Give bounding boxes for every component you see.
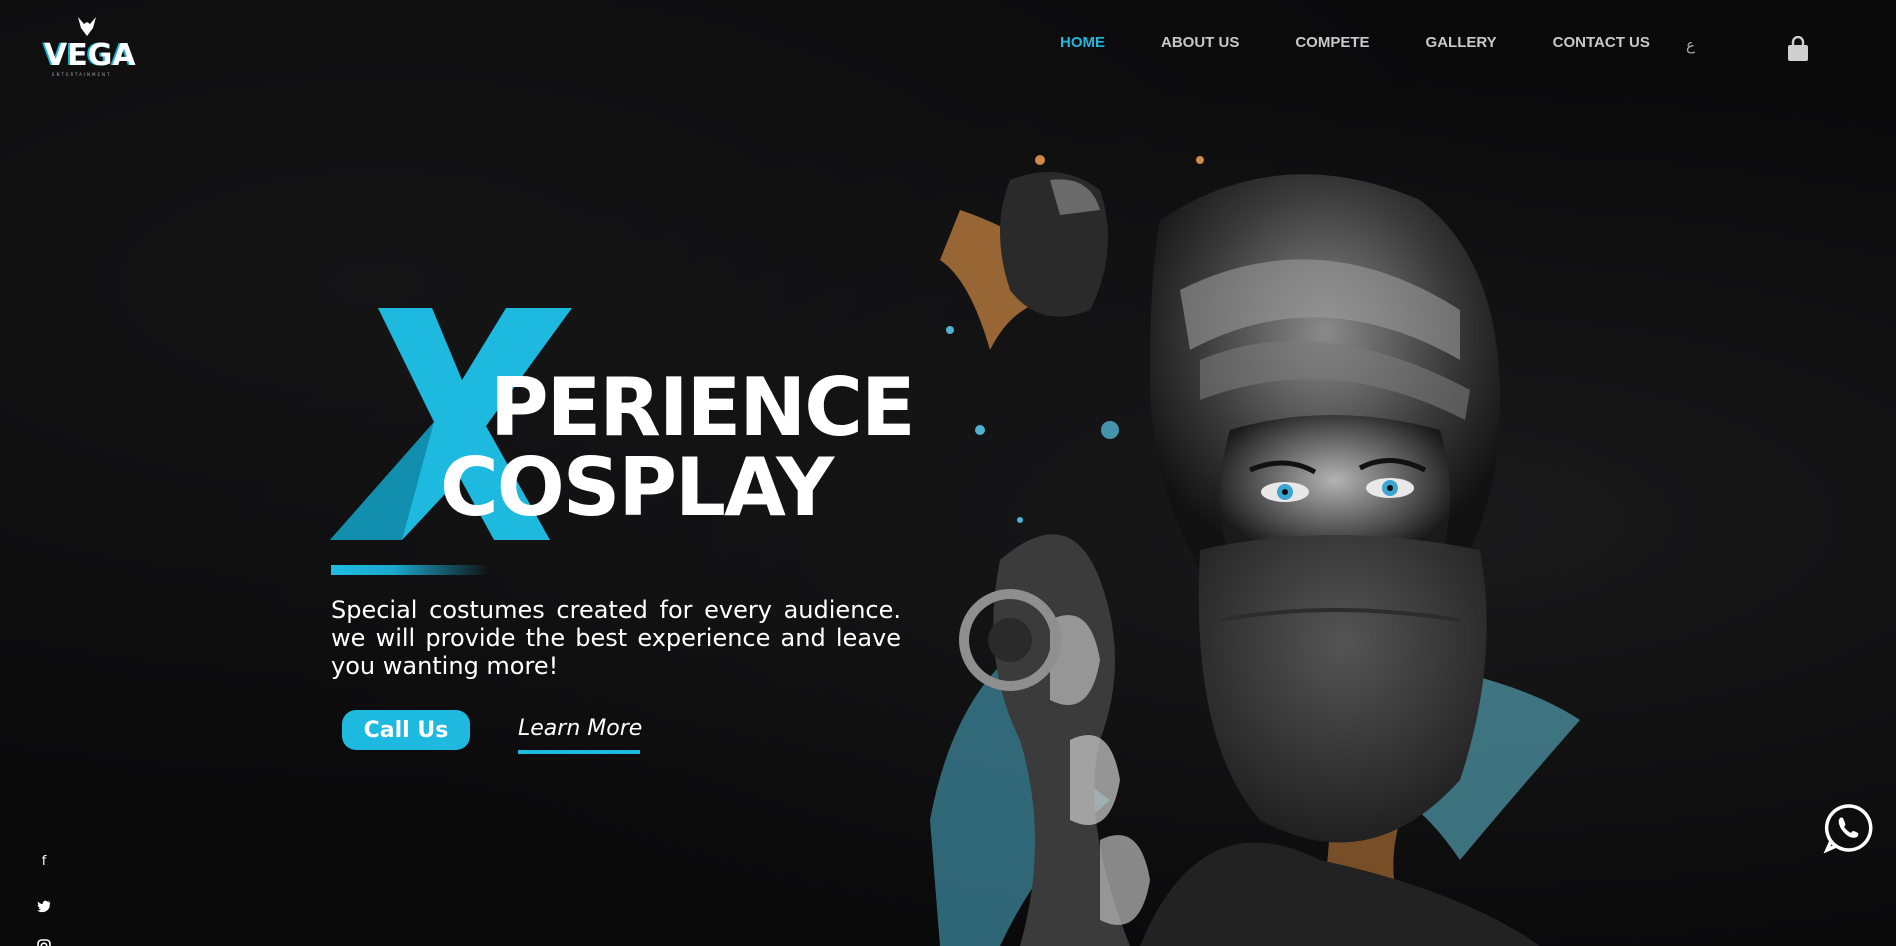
twitter-icon[interactable] bbox=[36, 898, 52, 914]
nav-compete[interactable]: COMPETE bbox=[1295, 34, 1369, 51]
nav-contact-us[interactable]: CONTACT US bbox=[1553, 34, 1650, 51]
accent-divider bbox=[331, 565, 489, 575]
learn-more-underline bbox=[518, 750, 640, 754]
nav-about-us[interactable]: ABOUT US bbox=[1161, 34, 1239, 51]
nav-home[interactable]: HOME bbox=[1060, 34, 1105, 51]
main-navigation: HOME ABOUT US COMPETE GALLERY CONTACT US bbox=[1060, 34, 1706, 51]
brand-name: VEGA bbox=[44, 38, 136, 73]
hero-title-line1: PERIENCE bbox=[490, 361, 916, 454]
whatsapp-icon[interactable] bbox=[1822, 802, 1874, 854]
learn-more-link[interactable]: Learn More bbox=[518, 716, 642, 741]
hero-cosplay-portrait bbox=[930, 155, 1580, 946]
language-toggle[interactable]: ع bbox=[1686, 36, 1695, 54]
fox-head-icon bbox=[78, 17, 96, 36]
brand-tagline: ENTERTAINMENT bbox=[52, 72, 112, 77]
nav-gallery[interactable]: GALLERY bbox=[1426, 34, 1497, 51]
brand-logo[interactable]: VEGA ENTERTAINMENT bbox=[40, 16, 140, 77]
call-us-button[interactable]: Call Us bbox=[342, 710, 470, 750]
facebook-icon[interactable]: f bbox=[36, 854, 52, 870]
instagram-icon[interactable] bbox=[36, 938, 52, 946]
shopping-bag-icon[interactable] bbox=[1787, 36, 1809, 62]
hero-description: Special costumes created for every audie… bbox=[331, 596, 901, 680]
hero-title-line2: COSPLAY bbox=[440, 441, 834, 534]
